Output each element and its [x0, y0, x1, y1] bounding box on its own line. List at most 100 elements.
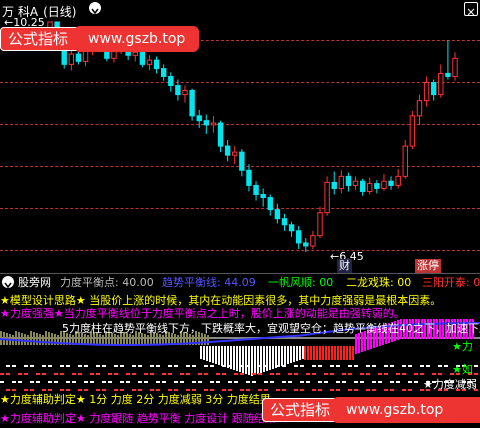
candle: [423, 76, 430, 107]
signal-mark: [108, 381, 112, 383]
signal-mark: [228, 389, 232, 391]
signal-mark: [402, 365, 406, 367]
signal-mark: [84, 365, 88, 367]
signal-mark: [282, 381, 286, 383]
signal-mark: [324, 373, 328, 375]
signal-mark: [318, 365, 322, 367]
force-bar: [242, 346, 244, 373]
candle: [267, 194, 273, 216]
signal-mark: [210, 389, 214, 391]
signal-mark: [372, 365, 376, 367]
signal-mark: [30, 381, 34, 383]
signal-mark: [12, 365, 16, 367]
signal-mark: [342, 381, 346, 383]
watermark-url: www.gszb.top: [74, 26, 200, 52]
candle: [445, 40, 451, 80]
signal-mark: [150, 365, 154, 367]
signal-mark: [6, 365, 10, 367]
signal-mark: [78, 373, 82, 375]
signal-mark: [276, 389, 280, 391]
force-bar: [269, 346, 271, 370]
signal-mark: [390, 381, 394, 383]
force-bar: [233, 346, 235, 370]
candle: [338, 170, 345, 194]
signal-mark: [264, 389, 268, 391]
candle: [381, 173, 387, 191]
signal-mark: [384, 389, 388, 391]
signal-mark: [216, 373, 220, 375]
candle: [160, 64, 167, 81]
signal-mark: [36, 373, 40, 375]
signal-mark: [270, 373, 274, 375]
signal-mark: [126, 381, 130, 383]
force-bar: [33, 332, 35, 345]
signal-mark: [60, 389, 64, 391]
candle: [374, 179, 380, 194]
signal-mark: [186, 389, 190, 391]
signal-mark: [0, 381, 4, 383]
signal-mark: [168, 373, 172, 375]
signal-mark: [264, 381, 268, 383]
force-bar: [27, 335, 29, 345]
force-bar: [248, 346, 250, 375]
candle: [253, 181, 259, 201]
force-bar: [281, 346, 283, 366]
limit-up-marker: 涨停: [415, 259, 441, 273]
dropdown-icon[interactable]: [2, 276, 14, 289]
signal-mark: [48, 389, 52, 391]
signal-mark: [276, 373, 280, 375]
signal-mark: [246, 389, 250, 391]
signal-mark: [120, 389, 124, 391]
signal-mark: [300, 365, 304, 367]
signal-mark: [6, 373, 10, 375]
force-bar: [42, 335, 44, 345]
indicator-value-3: 一帆风顺: 00: [268, 276, 334, 289]
signal-mark: [6, 389, 10, 391]
force-bar: [15, 331, 17, 345]
signal-mark: [354, 381, 358, 383]
candle: [153, 56, 160, 74]
force-bar: [322, 346, 324, 360]
indicator-value-2: 趋势平衡线: 44.09: [162, 276, 256, 289]
indicator-value-5: 三阳开泰: 00: [422, 276, 480, 289]
force-bar: [316, 346, 318, 360]
force-bar: [224, 346, 226, 367]
note-line-1: ★模型设计思路★ 当股价上涨的时候，其内在动能因素很多，其中力度强弱是最根本因素…: [0, 294, 442, 307]
signal-mark: [30, 365, 34, 367]
signal-mark: [174, 365, 178, 367]
candle: [196, 109, 202, 128]
signal-mark: [216, 381, 220, 383]
force-bar: [147, 335, 149, 345]
candle: [345, 172, 352, 192]
watermark-url-bottom: www.gszb.top: [332, 397, 480, 423]
indicator-value-4: 二龙戏珠: 00: [346, 276, 412, 289]
chart-close-icon[interactable]: [464, 2, 478, 16]
signal-mark: [366, 365, 370, 367]
dropdown-icon[interactable]: [89, 2, 101, 15]
force-bar: [209, 346, 211, 362]
signal-mark: [366, 373, 370, 375]
signal-mark: [312, 373, 316, 375]
candle: [416, 94, 423, 125]
candle: [359, 178, 366, 196]
force-bar: [21, 333, 23, 345]
force-bar: [278, 346, 280, 367]
force-bar: [337, 346, 339, 360]
force-bar: [310, 346, 312, 360]
signal-mark: [384, 373, 388, 375]
signal-mark: [60, 365, 64, 367]
candle: [367, 177, 373, 195]
candle: [324, 176, 330, 216]
signal-mark: [120, 381, 124, 383]
candle: [295, 225, 302, 249]
signal-mark: [258, 365, 262, 367]
indicator-name[interactable]: 股旁网: [18, 276, 51, 290]
signal-mark: [78, 365, 82, 367]
signal-mark: [132, 373, 136, 375]
signal-mark: [354, 365, 358, 367]
force-bar: [266, 346, 268, 371]
signal-mark: [174, 389, 178, 391]
signal-mark: [42, 389, 46, 391]
signal-mark: [396, 373, 400, 375]
force-bar: [302, 346, 304, 359]
